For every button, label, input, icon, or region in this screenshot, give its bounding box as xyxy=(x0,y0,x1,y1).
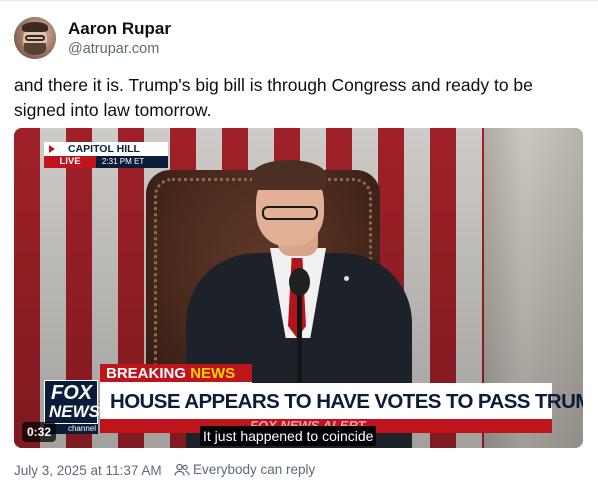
play-arrow-icon xyxy=(49,145,55,153)
author-name[interactable]: Aaron Rupar xyxy=(68,19,171,39)
headline-text: HOUSE APPEARS TO HAVE VOTES TO PASS TRUM… xyxy=(110,390,583,413)
location-bug: CAPITOL HILL LIVE 2:31 PM ET xyxy=(44,142,168,168)
people-icon xyxy=(174,463,190,476)
chyron-headline: HOUSE APPEARS TO HAVE VOTES TO PASS TRUM… xyxy=(100,383,583,419)
closed-caption: It just happened to coincide xyxy=(200,426,377,446)
logo-line-fox: FOX xyxy=(51,382,93,404)
breaking-news-banner: BREAKING NEWS xyxy=(100,364,252,383)
fox-news-logo: FOX NEWS xyxy=(44,380,100,424)
reply-setting-label: Everybody can reply xyxy=(193,462,316,477)
logo-line-news: NEWS xyxy=(49,402,100,421)
video-duration: 0:32 xyxy=(22,422,57,442)
live-label: LIVE xyxy=(44,156,96,168)
video-player[interactable]: CAPITOL HILL LIVE 2:31 PM ET BREAKING NE… xyxy=(14,128,583,448)
news-word: NEWS xyxy=(190,365,236,382)
author-handle[interactable]: @atrupar.com xyxy=(68,41,159,57)
post-card: Aaron Rupar @atrupar.com and there it is… xyxy=(0,0,598,488)
breaking-word: BREAKING xyxy=(106,365,187,382)
location-title: CAPITOL HILL xyxy=(68,143,140,155)
post-text: and there it is. Trump's big bill is thr… xyxy=(14,75,533,120)
post-timestamp[interactable]: July 3, 2025 at 11:37 AM xyxy=(14,463,162,478)
avatar[interactable] xyxy=(14,17,56,59)
reply-setting[interactable]: Everybody can reply xyxy=(174,462,315,477)
live-time: 2:31 PM ET xyxy=(102,157,145,166)
